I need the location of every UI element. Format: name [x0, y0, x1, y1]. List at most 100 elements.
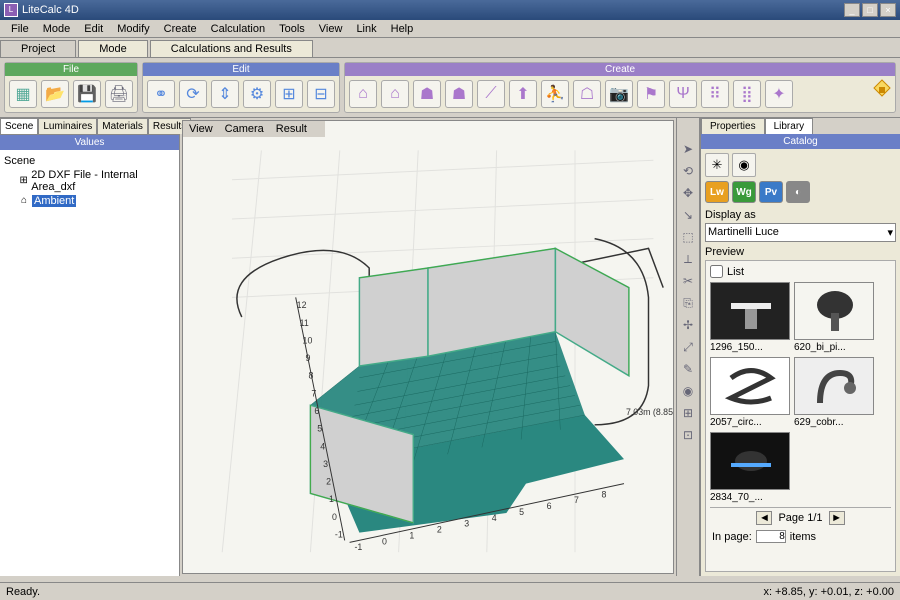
palm-icon[interactable]: Ψ	[669, 80, 697, 108]
menu-link[interactable]: Link	[349, 23, 383, 35]
lw-brand[interactable]: Lw	[705, 181, 729, 203]
copy-icon[interactable]: ⎘	[678, 293, 698, 313]
maximize-button[interactable]: □	[862, 3, 878, 17]
camera-icon[interactable]: 📷	[605, 80, 633, 108]
manufacturer-dropdown[interactable]: Martinelli Luce ▾	[705, 223, 896, 242]
display-as-label: Display as	[705, 209, 896, 221]
measurement-annotation: 7.03m (8.85, 0.01)	[626, 407, 673, 417]
left-tab-luminaires[interactable]: Luminaires	[38, 118, 97, 134]
structure-icon[interactable]: ☗	[445, 80, 473, 108]
ribbon: File ▦📂💾🖨 Edit ⚭⟳⇕⚙⊞⊟ Create ⌂⌂☗☗⟋⬆⛹☖📷⚑Ψ…	[0, 58, 900, 118]
room-icon[interactable]: ⌂	[349, 80, 377, 108]
vp-menu-camera[interactable]: Camera	[225, 123, 264, 135]
menu-tools[interactable]: Tools	[272, 23, 312, 35]
app-title: LiteCalc 4D	[22, 4, 79, 16]
menu-view[interactable]: View	[312, 23, 350, 35]
cut-icon[interactable]: ✂	[678, 271, 698, 291]
right-tab-library[interactable]: Library	[765, 118, 814, 134]
catalog-thumb[interactable]: 2057_circ...	[710, 357, 790, 428]
paint-icon[interactable]: ✎	[678, 359, 698, 379]
snap-icon[interactable]: ⊡	[678, 425, 698, 445]
top-tab-calculations-and-results[interactable]: Calculations and Results	[150, 40, 313, 57]
menu-edit[interactable]: Edit	[77, 23, 110, 35]
inpage-items: items	[790, 531, 816, 543]
dots-icon[interactable]: ⣿	[733, 80, 761, 108]
measure-icon[interactable]: ⟂	[678, 249, 698, 269]
object-icon[interactable]: ☖	[573, 80, 601, 108]
link-icon[interactable]: ⚭	[147, 80, 175, 108]
bulb-filter-icon[interactable]: ◉	[732, 153, 756, 177]
inpage-input[interactable]	[756, 530, 786, 543]
viewport-toolbar: ➤⟲✥↘⬚⟂✂⎘✢⤢✎◉⊞⊡	[676, 118, 700, 576]
zoom-icon[interactable]: ↘	[678, 205, 698, 225]
page-prev-button[interactable]: ◄	[756, 511, 772, 525]
building-icon[interactable]: ☗	[413, 80, 441, 108]
lamp-filter-icon[interactable]: ✳	[705, 153, 729, 177]
thumb-label: 2057_circ...	[710, 415, 790, 428]
svg-text:7: 7	[574, 495, 579, 505]
print-icon[interactable]: 🖨	[105, 80, 133, 108]
catalog-thumb[interactable]: 2834_70_...	[710, 432, 790, 503]
move-icon[interactable]: ✢	[678, 315, 698, 335]
home-diamond-icon[interactable]	[872, 78, 892, 98]
more-icon[interactable]: ✦	[765, 80, 793, 108]
pv-brand[interactable]: Pv	[759, 181, 783, 203]
save-icon[interactable]: 💾	[73, 80, 101, 108]
grid-toggle-icon[interactable]: ⊞	[678, 403, 698, 423]
pointer-icon[interactable]: ➤	[678, 139, 698, 159]
menu-file[interactable]: File	[4, 23, 36, 35]
tree-item[interactable]: ⊞2D DXF File - Internal Area_dxf	[4, 168, 175, 194]
menu-create[interactable]: Create	[157, 23, 204, 35]
scale-icon[interactable]: ⤢	[678, 337, 698, 357]
close-button[interactable]: ×	[880, 3, 896, 17]
tree-item-icon: ⌂	[18, 195, 30, 207]
tree-root[interactable]: Scene	[4, 154, 175, 168]
distribute-icon[interactable]: ⊟	[307, 80, 335, 108]
vp-menu-view[interactable]: View	[189, 123, 213, 135]
menu-modify[interactable]: Modify	[110, 23, 156, 35]
tree-item-icon: ⊞	[18, 175, 29, 187]
open-icon[interactable]: 📂	[41, 80, 69, 108]
light-icon[interactable]: ⬆	[509, 80, 537, 108]
canvas-3d[interactable]: 7.03m (8.85, 0.01) -1012345678 -10123456…	[183, 121, 673, 562]
svg-text:4: 4	[320, 441, 325, 451]
catalog-thumb[interactable]: 629_cobr...	[794, 357, 874, 428]
group-icon[interactable]: ⚙	[243, 80, 271, 108]
orbit-icon[interactable]: ⟲	[678, 161, 698, 181]
person-icon[interactable]: ⛹	[541, 80, 569, 108]
rotate-icon[interactable]: ⟳	[179, 80, 207, 108]
path-icon[interactable]: ⟋	[477, 80, 505, 108]
left-tab-materials[interactable]: Materials	[97, 118, 148, 134]
catalog-thumb[interactable]: 620_bi_pi...	[794, 282, 874, 353]
select-icon[interactable]: ⬚	[678, 227, 698, 247]
wg-brand[interactable]: Wg	[732, 181, 756, 203]
menu-help[interactable]: Help	[384, 23, 421, 35]
svg-text:5: 5	[519, 507, 524, 517]
left-tab-scene[interactable]: Scene	[0, 118, 38, 134]
menu-calculation[interactable]: Calculation	[204, 23, 272, 35]
drop-icon[interactable]: ◉	[678, 381, 698, 401]
thumb-image	[710, 432, 790, 490]
flag-icon[interactable]: ⚑	[637, 80, 665, 108]
svg-text:-1: -1	[355, 542, 363, 552]
top-tab-mode[interactable]: Mode	[78, 40, 148, 57]
list-checkbox[interactable]	[710, 265, 723, 278]
status-text: Ready.	[6, 586, 40, 598]
page-next-button[interactable]: ►	[829, 511, 845, 525]
minimize-button[interactable]: _	[844, 3, 860, 17]
height-icon[interactable]: ⇕	[211, 80, 239, 108]
menu-mode[interactable]: Mode	[36, 23, 78, 35]
viewport-3d[interactable]: View Camera Result	[182, 120, 674, 574]
other-brand[interactable]: ◐	[786, 181, 810, 203]
right-tab-properties[interactable]: Properties	[701, 118, 765, 134]
svg-text:4: 4	[492, 513, 497, 523]
catalog-thumb[interactable]: 1296_150...	[710, 282, 790, 353]
vp-menu-result[interactable]: Result	[276, 123, 307, 135]
tree-item[interactable]: ⌂Ambient	[4, 194, 175, 208]
new-icon[interactable]: ▦	[9, 80, 37, 108]
house-icon[interactable]: ⌂	[381, 80, 409, 108]
top-tab-project[interactable]: Project	[0, 40, 76, 57]
align-icon[interactable]: ⊞	[275, 80, 303, 108]
grid-icon[interactable]: ⠿	[701, 80, 729, 108]
pan-icon[interactable]: ✥	[678, 183, 698, 203]
